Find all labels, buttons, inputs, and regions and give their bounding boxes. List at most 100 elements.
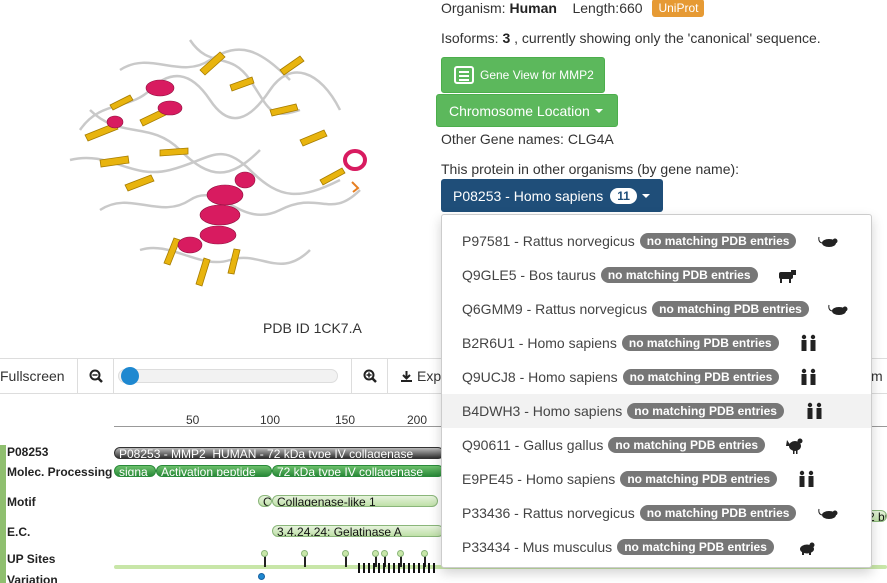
document-icon — [454, 66, 474, 84]
ruler-tick-label: 50 — [186, 413, 200, 427]
rat-icon — [818, 508, 838, 519]
activation-peptide-feature[interactable]: Activation peptide — [156, 465, 272, 477]
no-match-badge: no matching PDB entries — [617, 539, 774, 555]
human-pair-icon — [807, 402, 822, 419]
caret-down-icon — [641, 193, 650, 198]
menu-item-organism[interactable]: P33434 - Mus musculus no matching PDB en… — [442, 530, 871, 564]
menu-item-label: P33436 - Rattus norvegicus — [462, 505, 635, 521]
zoom-out-button[interactable] — [78, 359, 114, 393]
zoom-out-icon — [89, 369, 103, 383]
ruler-tick-label: 150 — [335, 413, 356, 427]
menu-item-label: Q9UCJ8 - Homo sapiens — [462, 369, 618, 385]
site-marker-head[interactable] — [301, 550, 308, 557]
site-marker-head[interactable] — [342, 550, 349, 557]
organism-value: Human — [509, 0, 557, 16]
menu-item-label: Q90611 - Gallus gallus — [462, 437, 604, 453]
ruler-tick-label: 200 — [407, 413, 428, 427]
menu-item-label: P97581 - Rattus norvegicus — [462, 233, 635, 249]
human-pair-icon — [801, 368, 816, 385]
no-match-badge: no matching PDB entries — [621, 335, 779, 351]
organism-label: Organism: — [441, 0, 506, 16]
menu-item-label: P33434 - Mus musculus — [462, 539, 613, 555]
site-marker-head[interactable] — [397, 550, 404, 557]
caret-down-icon — [594, 108, 603, 113]
slider-knob[interactable] — [121, 367, 139, 385]
protein-main-bar[interactable]: P08253 - MMP2_HUMAN - 72 kDa type IV col… — [114, 447, 444, 459]
rat-icon — [828, 304, 848, 315]
ec-feature[interactable]: 3.4.24.24: Gelatinase A — [272, 525, 444, 537]
gene-view-label: Gene View for MMP2 — [480, 68, 594, 82]
rat-icon — [818, 236, 838, 247]
track-label-molec-processing: Molec. Processing — [7, 465, 113, 479]
human-pair-icon — [799, 470, 814, 487]
pdb-id-caption: PDB ID 1CK7.A — [263, 320, 362, 336]
no-match-badge: no matching PDB entries — [620, 471, 777, 487]
organism-line: Organism: Human Length:660 UniProt — [441, 0, 705, 18]
menu-item-label: Q6GMM9 - Rattus norvegicus — [462, 301, 648, 317]
track-label-up-sites: UP Sites — [7, 552, 56, 566]
menu-item-organism[interactable]: E9PE45 - Homo sapiens no matching PDB en… — [442, 462, 871, 496]
motif-c-feature[interactable]: C — [258, 495, 272, 507]
isoforms-prefix: Isoforms: — [441, 30, 499, 46]
cow-icon — [779, 270, 796, 283]
zoom-slider[interactable] — [114, 359, 352, 393]
track-label-motif: Motif — [7, 495, 36, 509]
menu-item-organism[interactable]: Q90611 - Gallus gallus no matching PDB e… — [442, 428, 871, 462]
uniprot-link[interactable]: UniProt — [652, 0, 705, 17]
menu-item-label: Q9GLE5 - Bos taurus — [462, 267, 596, 283]
chicken-icon — [786, 438, 803, 454]
menu-item-organism[interactable]: Q6GMM9 - Rattus norvegicus no matching P… — [442, 292, 871, 326]
variation-cluster[interactable] — [358, 563, 438, 573]
motif-collagenase-feature[interactable]: Collagenase-like 1 — [272, 495, 438, 507]
fullscreen-label: Fullscreen — [0, 368, 65, 384]
export-label: Exp — [417, 368, 442, 384]
menu-item-organism[interactable]: B2R6U1 - Homo sapiens no matching PDB en… — [442, 326, 871, 360]
site-marker-head[interactable] — [421, 550, 428, 557]
menu-item-organism[interactable]: B4DWH3 - Homo sapiens no matching PDB en… — [442, 394, 871, 428]
gene-view-button[interactable]: Gene View for MMP2 — [441, 57, 605, 93]
menu-item-organism[interactable]: P97581 - Rattus norvegicus no matching P… — [442, 224, 871, 258]
organism-dropdown-menu: P97581 - Rattus norvegicus no matching P… — [441, 214, 872, 568]
toolbar-right-label: m — [871, 368, 883, 384]
track-group-bar — [0, 445, 6, 583]
download-icon — [401, 370, 412, 382]
mouse-icon — [800, 542, 815, 555]
isoforms-line: Isoforms: 3 , currently showing only the… — [441, 30, 821, 46]
no-match-badge: no matching PDB entries — [622, 369, 780, 385]
slider-track[interactable] — [118, 367, 338, 385]
other-organisms-label: This protein in other organisms (by gene… — [441, 161, 740, 177]
no-match-badge: no matching PDB entries — [600, 267, 758, 283]
menu-item-organism[interactable]: Q9UCJ8 - Homo sapiens no matching PDB en… — [442, 360, 871, 394]
no-match-badge: no matching PDB entries — [608, 437, 766, 453]
site-marker-head[interactable] — [372, 550, 379, 557]
track-label-ec: E.C. — [7, 525, 31, 539]
chromosome-location-button[interactable]: Chromosome Location — [436, 94, 618, 127]
track-label-variation: Variation — [7, 573, 58, 583]
no-match-badge: no matching PDB entries — [652, 301, 809, 317]
menu-item-label: E9PE45 - Homo sapiens — [462, 471, 616, 487]
organism-count-badge: 11 — [610, 187, 637, 204]
export-button[interactable]: Exp — [388, 359, 448, 393]
signal-peptide-feature[interactable]: signa — [114, 465, 156, 477]
site-marker-head[interactable] — [381, 550, 388, 557]
menu-item-organism[interactable]: P33436 - Rattus norvegicus no matching P… — [442, 496, 871, 530]
length-label: Length:660 — [572, 0, 643, 16]
site-marker-head[interactable] — [261, 550, 268, 557]
protein-structure-view[interactable] — [40, 10, 400, 310]
other-gene-names: Other Gene names: CLG4A — [441, 131, 614, 147]
variant-marker[interactable] — [258, 573, 265, 580]
menu-item-organism[interactable]: Q9GLE5 - Bos taurus no matching PDB entr… — [442, 258, 871, 292]
no-match-badge: no matching PDB entries — [627, 403, 784, 419]
human-pair-icon — [801, 334, 816, 351]
protein-cartoon-image — [69, 39, 367, 287]
fullscreen-button[interactable]: Fullscreen — [0, 359, 78, 393]
menu-item-label: B2R6U1 - Homo sapiens — [462, 335, 617, 351]
zoom-in-icon — [363, 369, 377, 383]
mature-chain-feature[interactable]: 72 kDa type IV collagenase — [272, 465, 444, 477]
menu-item-label: B4DWH3 - Homo sapiens — [462, 403, 623, 419]
organism-dropdown-label: P08253 - Homo sapiens — [453, 187, 604, 204]
chromosome-location-label: Chromosome Location — [449, 102, 590, 119]
zoom-in-button[interactable] — [352, 359, 388, 393]
no-match-badge: no matching PDB entries — [639, 505, 797, 521]
organism-dropdown-button[interactable]: P08253 - Homo sapiens 11 — [441, 179, 663, 212]
